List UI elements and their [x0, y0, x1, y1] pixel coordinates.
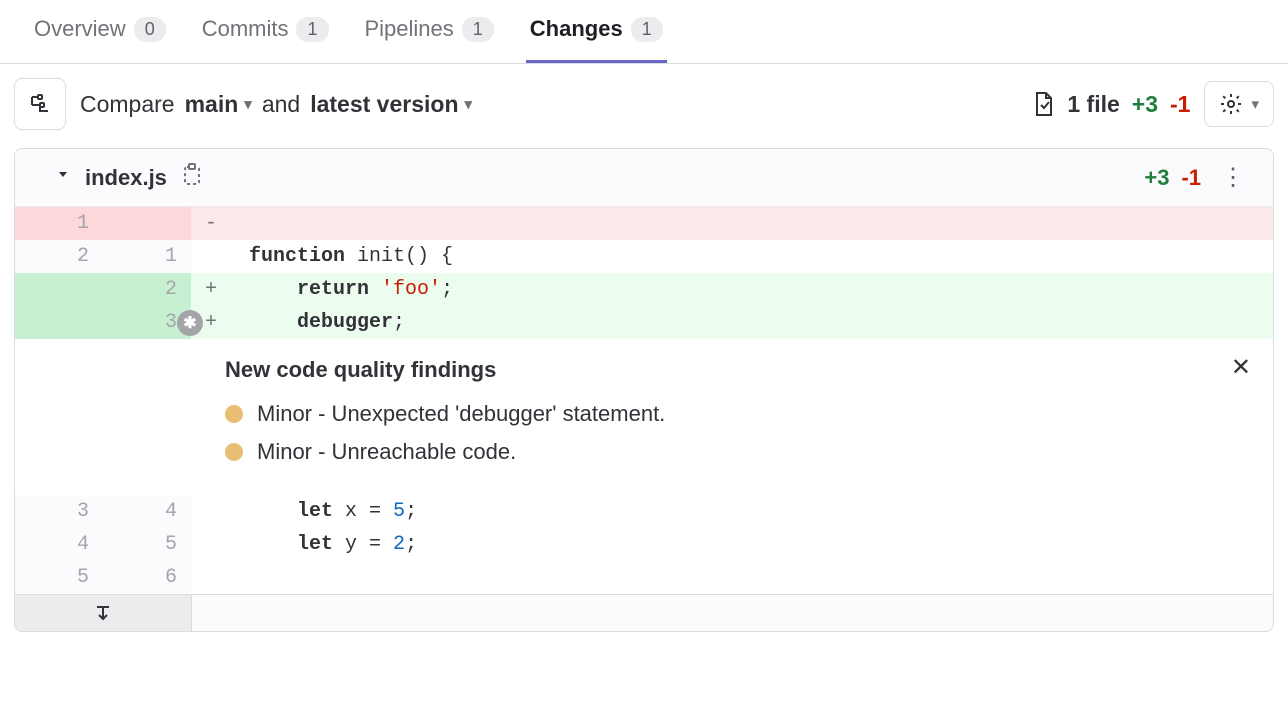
- diff-line: 3+✱ debugger;: [15, 306, 1273, 339]
- old-line-number[interactable]: 3: [15, 495, 103, 528]
- diff-table: 1-21function init() {2+ return 'foo';3+✱…: [15, 207, 1273, 339]
- tab-label: Pipelines: [365, 16, 454, 42]
- tab-label: Changes: [530, 16, 623, 42]
- severity-dot-icon: [225, 443, 243, 461]
- finding-item: Minor - Unreachable code.: [225, 433, 1247, 471]
- diff-line: 34 let x = 5;: [15, 495, 1273, 528]
- compare-label: Compare: [80, 91, 175, 118]
- file-additions: +3: [1144, 165, 1169, 191]
- diff-toolbar: Compare main ▾ and latest version ▾ 1 fi…: [0, 64, 1288, 144]
- diff-sign: [191, 528, 231, 561]
- tab-pipelines[interactable]: Pipelines 1: [361, 16, 498, 63]
- diff-line: 2+ return 'foo';: [15, 273, 1273, 306]
- diff-line: 45 let y = 2;: [15, 528, 1273, 561]
- old-line-number[interactable]: [15, 306, 103, 339]
- severity-dot-icon: [225, 405, 243, 423]
- gear-icon: [1219, 92, 1243, 116]
- old-line-number[interactable]: 1: [15, 207, 103, 240]
- old-line-number[interactable]: 2: [15, 240, 103, 273]
- new-line-number[interactable]: 5: [103, 528, 191, 561]
- file-name: index.js: [85, 165, 167, 191]
- diff-sign: +: [191, 273, 231, 306]
- diff-sign: -: [191, 207, 231, 240]
- tab-label: Overview: [34, 16, 126, 42]
- diff-line: 56: [15, 561, 1273, 594]
- tab-commits[interactable]: Commits 1: [198, 16, 333, 63]
- file-deletions: -1: [1181, 165, 1201, 191]
- code-content: return 'foo';: [231, 273, 1273, 306]
- new-line-number[interactable]: 2: [103, 273, 191, 306]
- clipboard-icon: [181, 163, 203, 187]
- compare-selector: Compare main ▾ and latest version ▾: [80, 91, 472, 118]
- diff-panel: index.js +3 -1 ⋮ 1-21function init() {2+…: [14, 148, 1274, 632]
- code-content: let y = 2;: [231, 528, 1273, 561]
- chevron-down-icon: ▾: [1251, 95, 1259, 113]
- tab-label: Commits: [202, 16, 289, 42]
- old-line-number[interactable]: 5: [15, 561, 103, 594]
- diff-summary: 1 file +3 -1: [1031, 91, 1190, 118]
- expand-down-button[interactable]: [15, 595, 191, 631]
- expand-context-row: [15, 594, 1273, 631]
- old-line-number[interactable]: 4: [15, 528, 103, 561]
- new-line-number[interactable]: 1: [103, 240, 191, 273]
- tab-badge: 1: [296, 17, 328, 42]
- tab-badge: 1: [631, 17, 663, 42]
- collapse-file-icon[interactable]: [55, 167, 71, 188]
- code-content: [231, 207, 1273, 240]
- compare-base-dropdown[interactable]: main ▾: [185, 91, 252, 118]
- tab-changes[interactable]: Changes 1: [526, 16, 667, 63]
- diff-sign: [191, 495, 231, 528]
- compare-and: and: [262, 91, 300, 118]
- diff-table: 34 let x = 5;45 let y = 2;56: [15, 495, 1273, 594]
- diff-line: 21 function init() {: [15, 240, 1273, 273]
- old-line-number[interactable]: [15, 273, 103, 306]
- code-content: debugger;: [231, 306, 1273, 339]
- compare-base-value: main: [185, 91, 239, 118]
- expand-down-icon: [93, 603, 113, 623]
- tab-badge: 1: [462, 17, 494, 42]
- tabs-bar: Overview 0 Commits 1 Pipelines 1 Changes…: [0, 0, 1288, 64]
- file-tree-icon: [28, 92, 52, 116]
- additions-count: +3: [1132, 91, 1158, 118]
- new-line-number[interactable]: 6: [103, 561, 191, 594]
- close-findings-button[interactable]: ✕: [1231, 353, 1251, 382]
- code-quality-marker-icon[interactable]: ✱: [177, 310, 203, 336]
- finding-text: Minor - Unreachable code.: [257, 439, 516, 465]
- chevron-down-icon: ▾: [465, 95, 473, 113]
- compare-target-dropdown[interactable]: latest version ▾: [310, 91, 472, 118]
- tab-badge: 0: [134, 17, 166, 42]
- diff-line: 1-: [15, 207, 1273, 240]
- diff-sign: [191, 240, 231, 273]
- chevron-down-icon: ▾: [244, 95, 252, 113]
- compare-target-value: latest version: [310, 91, 458, 118]
- file-tree-toggle-button[interactable]: [14, 78, 66, 130]
- copy-path-button[interactable]: [181, 163, 203, 192]
- finding-text: Minor - Unexpected 'debugger' statement.: [257, 401, 665, 427]
- finding-item: Minor - Unexpected 'debugger' statement.: [225, 395, 1247, 433]
- new-line-number[interactable]: 4: [103, 495, 191, 528]
- files-count: 1 file: [1067, 91, 1119, 118]
- code-content: function init() {: [231, 240, 1273, 273]
- tab-overview[interactable]: Overview 0: [30, 16, 170, 63]
- file-header: index.js +3 -1 ⋮: [15, 149, 1273, 207]
- diff-settings-button[interactable]: ▾: [1204, 81, 1274, 127]
- new-line-number[interactable]: [103, 207, 191, 240]
- diff-sign: [191, 561, 231, 594]
- file-icon: [1031, 91, 1055, 117]
- findings-title: New code quality findings: [225, 357, 1247, 383]
- diff-sign: +✱: [191, 306, 231, 339]
- code-quality-findings: ✕ New code quality findings Minor - Unex…: [15, 339, 1273, 495]
- file-actions-menu[interactable]: ⋮: [1213, 163, 1253, 192]
- code-content: [231, 561, 1273, 594]
- code-content: let x = 5;: [231, 495, 1273, 528]
- deletions-count: -1: [1170, 91, 1190, 118]
